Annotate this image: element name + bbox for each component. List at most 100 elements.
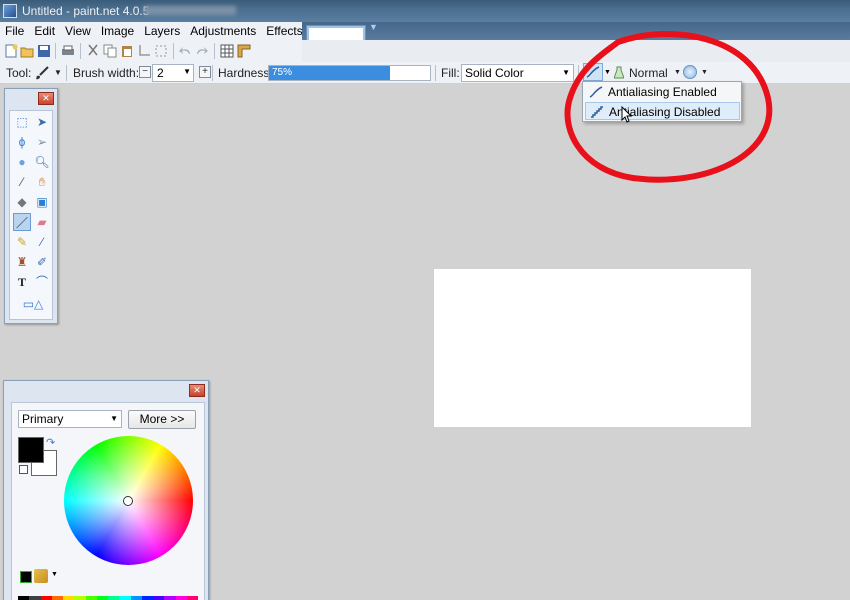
- menu-image[interactable]: Image: [96, 22, 139, 40]
- redo-icon[interactable]: [195, 44, 209, 58]
- colors-close-icon[interactable]: ✕: [189, 384, 205, 397]
- brush-width-decrease-icon[interactable]: −: [139, 66, 151, 78]
- rectangle-select-icon[interactable]: ⬚: [13, 113, 31, 131]
- toolbar-separator: [578, 65, 579, 81]
- menu-file[interactable]: File: [0, 22, 29, 40]
- paintbrush-icon[interactable]: [34, 65, 50, 81]
- alpha-blending-icon[interactable]: [614, 66, 624, 79]
- image-canvas[interactable]: [434, 269, 751, 427]
- paint-bucket-icon[interactable]: ◆: [13, 193, 31, 211]
- ellipse-select-icon[interactable]: ●: [13, 153, 31, 171]
- undo-icon[interactable]: [178, 44, 192, 58]
- new-file-icon[interactable]: [4, 44, 18, 58]
- palette-menu-icon[interactable]: [34, 569, 48, 583]
- line-curve-icon[interactable]: ⌒: [33, 273, 51, 291]
- gradient-icon[interactable]: ▣: [33, 193, 51, 211]
- pencil-icon[interactable]: ✎: [13, 233, 31, 251]
- palette-swatch[interactable]: [130, 596, 142, 600]
- menu-item-antialiasing-disabled[interactable]: Antialiasing Disabled: [585, 102, 740, 120]
- menu-adjustments[interactable]: Adjustments: [185, 22, 261, 40]
- palette-swatch[interactable]: [108, 596, 120, 600]
- add-color-icon[interactable]: [20, 571, 32, 583]
- palette-swatch[interactable]: [63, 596, 75, 600]
- save-icon[interactable]: [37, 44, 51, 58]
- color-wheel-cursor[interactable]: [123, 496, 133, 506]
- tools-close-icon[interactable]: ✕: [38, 92, 54, 105]
- palette-swatch[interactable]: [164, 596, 176, 600]
- chevron-down-icon[interactable]: ▼: [183, 67, 191, 76]
- grid-icon[interactable]: [220, 44, 234, 58]
- tool-dropdown-icon[interactable]: ▼: [54, 68, 62, 77]
- menu-item-antialiasing-enabled[interactable]: Antialiasing Enabled: [585, 83, 740, 101]
- reset-colors-icon[interactable]: [19, 465, 28, 474]
- swap-colors-icon[interactable]: ↷: [46, 436, 55, 449]
- fill-value: Solid Color: [465, 66, 524, 80]
- image-list-arrow-icon[interactable]: ▼: [369, 22, 379, 32]
- antialiasing-button[interactable]: [583, 63, 603, 81]
- antialiasing-enabled-icon: [589, 86, 603, 98]
- palette-swatch[interactable]: [153, 596, 165, 600]
- paste-icon[interactable]: [120, 44, 134, 58]
- magic-wand-icon[interactable]: ⁄: [13, 173, 31, 191]
- deselect-icon[interactable]: [154, 44, 168, 58]
- copy-icon[interactable]: [103, 44, 117, 58]
- brush-width-increase-icon[interactable]: +: [199, 66, 211, 78]
- palette-swatch[interactable]: [40, 596, 52, 600]
- crop-to-selection-icon[interactable]: [137, 44, 151, 58]
- brush-width-input[interactable]: 2 ▼: [152, 64, 194, 82]
- move-selection-icon[interactable]: ➢: [33, 133, 51, 151]
- palette-swatch[interactable]: [119, 596, 131, 600]
- recolor-icon[interactable]: ✐: [33, 253, 51, 271]
- text-icon[interactable]: T: [13, 273, 31, 291]
- blend-mode-dropdown-icon[interactable]: ▼: [674, 69, 681, 76]
- palette-swatch[interactable]: [141, 596, 153, 600]
- primary-color-swatch[interactable]: [18, 437, 44, 463]
- hardness-value: 75%: [272, 67, 293, 78]
- eraser-icon[interactable]: ▰: [33, 213, 51, 231]
- window-title: Untitled - paint.net 4.0.5: [22, 4, 150, 18]
- paintbrush-tool-icon[interactable]: ／: [13, 213, 31, 231]
- lasso-select-icon[interactable]: ϕ: [13, 133, 31, 151]
- menu-edit[interactable]: Edit: [29, 22, 60, 40]
- selection-quality-icon[interactable]: [683, 65, 697, 79]
- chevron-down-icon[interactable]: ▼: [110, 414, 118, 423]
- palette-swatch[interactable]: [29, 596, 41, 600]
- blend-mode-label[interactable]: Normal: [629, 66, 668, 80]
- tool-label: Tool:: [6, 66, 32, 80]
- palette-swatch[interactable]: [186, 596, 198, 600]
- shapes-icon[interactable]: ▭△: [18, 295, 48, 313]
- palette-swatch[interactable]: [18, 596, 30, 600]
- menu-view[interactable]: View: [60, 22, 96, 40]
- color-picker-icon[interactable]: ⁄: [33, 233, 51, 251]
- palette-swatch[interactable]: [85, 596, 97, 600]
- colors-window: ✕ Primary ▼ More >> ↷ ▼: [3, 380, 209, 600]
- menu-effects[interactable]: Effects: [261, 22, 307, 40]
- zoom-icon[interactable]: 🔍︎: [33, 153, 51, 171]
- palette-dropdown-icon[interactable]: ▼: [51, 571, 58, 578]
- selection-dropdown-icon[interactable]: ▼: [701, 69, 708, 76]
- clone-stamp-icon[interactable]: ♜: [13, 253, 31, 271]
- chevron-down-icon[interactable]: ▼: [562, 68, 570, 77]
- menu-layers[interactable]: Layers: [139, 22, 185, 40]
- color-mode-select[interactable]: Primary ▼: [18, 410, 122, 428]
- palette-swatch[interactable]: [175, 596, 187, 600]
- palette-swatch[interactable]: [74, 596, 86, 600]
- antialiasing-dropdown-icon[interactable]: ▼: [604, 69, 611, 76]
- palette-swatch[interactable]: [51, 596, 63, 600]
- app-icon: [3, 4, 17, 18]
- hardness-label: Hardness:: [218, 66, 273, 80]
- fill-select[interactable]: Solid Color ▼: [461, 64, 574, 82]
- ruler-icon[interactable]: [237, 44, 251, 58]
- toolbar-separator: [66, 65, 67, 81]
- move-selected-icon[interactable]: ➤: [33, 113, 51, 131]
- pan-icon[interactable]: ✋︎: [33, 173, 51, 191]
- more-button[interactable]: More >>: [128, 410, 196, 429]
- cut-icon[interactable]: [86, 44, 100, 58]
- open-file-icon[interactable]: [20, 44, 34, 58]
- colors-panel: Primary ▼ More >> ↷ ▼: [11, 402, 205, 600]
- palette-swatch[interactable]: [96, 596, 108, 600]
- hardness-slider[interactable]: 75%: [268, 65, 431, 81]
- toolbar-separator: [173, 43, 174, 59]
- toolbar-separator: [212, 65, 213, 81]
- print-icon[interactable]: [61, 44, 75, 58]
